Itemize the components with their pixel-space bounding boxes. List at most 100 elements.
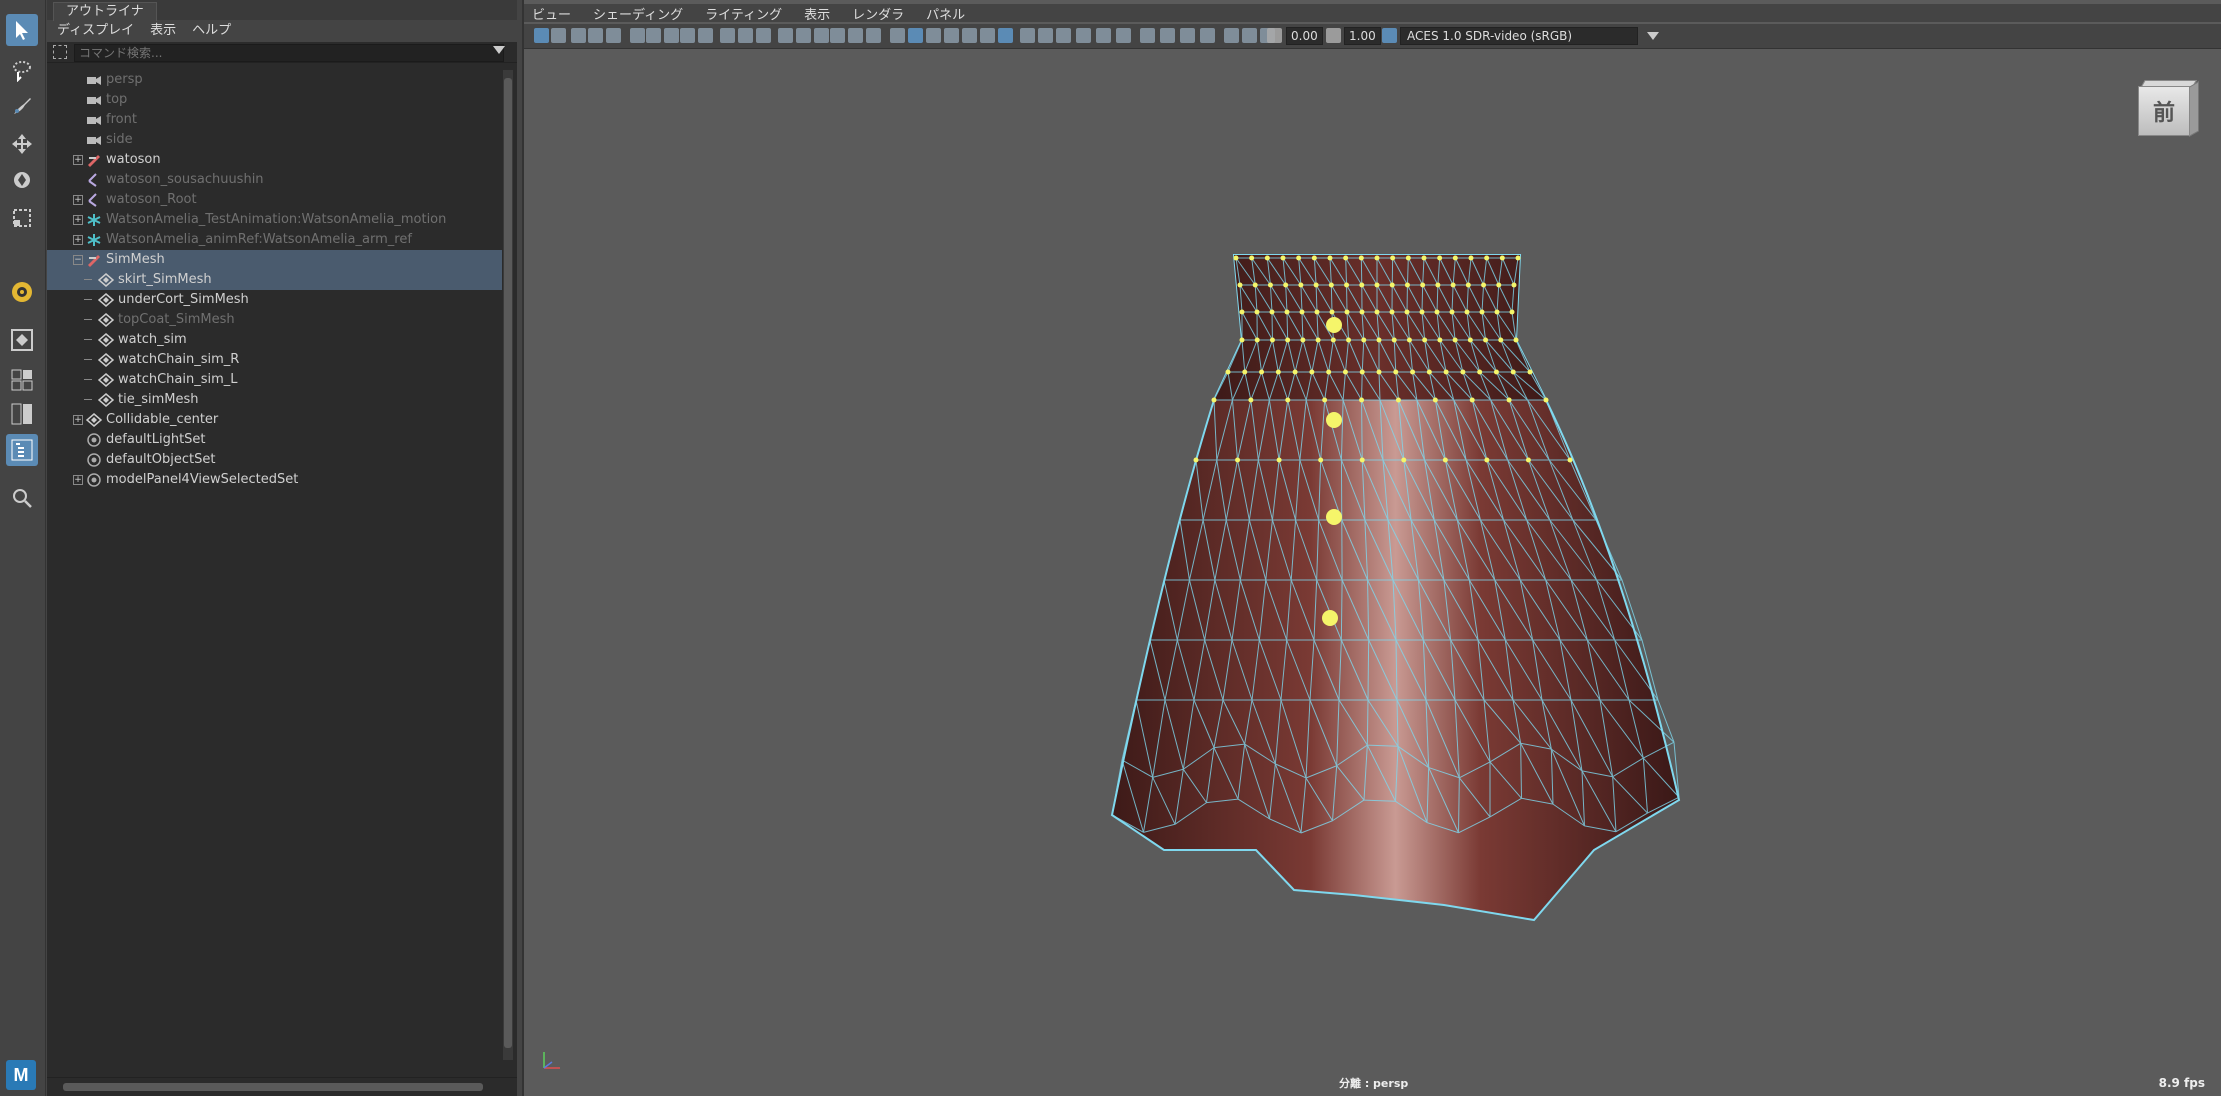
horizontal-scrollbar[interactable]: [47, 1077, 517, 1096]
toolbar-button[interactable]: [944, 28, 959, 43]
expand-icon[interactable]: +: [73, 195, 83, 205]
expand-icon[interactable]: +: [73, 475, 83, 485]
outliner-row[interactable]: + WatsonAmelia_animRef:WatsonAmelia_arm_r…: [47, 230, 502, 250]
toolbar-button[interactable]: [908, 28, 923, 43]
search-tool-button[interactable]: [6, 482, 38, 514]
gamma-icon[interactable]: [1326, 28, 1341, 43]
toolbar-button[interactable]: [588, 28, 603, 43]
toolbar-button[interactable]: [1200, 28, 1215, 43]
toolbar-button[interactable]: [738, 28, 753, 43]
menu-renderer[interactable]: レンダラ: [852, 4, 904, 23]
toolbar-button[interactable]: [814, 28, 829, 43]
toolbar-button[interactable]: [1140, 28, 1155, 43]
outliner-row[interactable]: front: [47, 110, 502, 130]
toolbar-button[interactable]: [1038, 28, 1053, 43]
expand-icon[interactable]: +: [73, 415, 83, 425]
outliner-row[interactable]: + modelPanel4ViewSelectedSet: [47, 470, 502, 490]
toolbar-button[interactable]: [571, 28, 586, 43]
outliner-row[interactable]: + watoson: [47, 150, 502, 170]
view-cube[interactable]: 前: [2138, 80, 2199, 137]
toolbar-button[interactable]: [1020, 28, 1035, 43]
toolbar-button[interactable]: [646, 28, 661, 43]
toolbar-button[interactable]: [830, 28, 845, 43]
toolbar-button[interactable]: [680, 28, 695, 43]
outliner-row[interactable]: tie_simMesh: [47, 390, 502, 410]
scrollbar-thumb[interactable]: [63, 1083, 483, 1091]
outliner-layout-button[interactable]: [6, 434, 38, 466]
toolbar-button[interactable]: [866, 28, 881, 43]
search-input[interactable]: [74, 44, 504, 62]
outliner-row[interactable]: watchChain_sim_L: [47, 370, 502, 390]
toolbar-button[interactable]: [698, 28, 713, 43]
filter-icon[interactable]: [53, 45, 67, 59]
toolbar-button[interactable]: [1180, 28, 1195, 43]
gamma-field[interactable]: 1.00: [1344, 27, 1381, 45]
outliner-row[interactable]: + watoson_Root: [47, 190, 502, 210]
outliner-row[interactable]: defaultLightSet: [47, 430, 502, 450]
menu-shading[interactable]: シェーディング: [593, 4, 683, 23]
outliner-row[interactable]: top: [47, 90, 502, 110]
outliner-row[interactable]: − SimMesh: [47, 250, 502, 270]
skirt-mesh-view[interactable]: [524, 0, 2221, 1096]
outliner-row[interactable]: + WatsonAmelia_TestAnimation:WatsonAmelia…: [47, 210, 502, 230]
exposure-icon[interactable]: [1267, 28, 1282, 43]
scrollbar-thumb[interactable]: [504, 78, 512, 1048]
expand-icon[interactable]: +: [73, 155, 83, 165]
chevron-down-icon[interactable]: [1647, 32, 1659, 40]
rotate-tool-button[interactable]: [6, 164, 38, 196]
lasso-tool-button[interactable]: [6, 54, 38, 86]
toolbar-button[interactable]: [890, 28, 905, 43]
toolbar-button[interactable]: [980, 28, 995, 43]
soft-select-button[interactable]: [6, 276, 38, 308]
color-space-dropdown[interactable]: ACES 1.0 SDR-video (sRGB): [1400, 27, 1659, 45]
toolbar-button[interactable]: [534, 28, 549, 43]
vertical-scrollbar[interactable]: [503, 70, 513, 1060]
menu-display[interactable]: ディスプレイ: [57, 20, 134, 42]
menu-help[interactable]: ヘルプ: [192, 20, 231, 42]
toolbar-button[interactable]: [796, 28, 811, 43]
menu-show[interactable]: 表示: [150, 20, 176, 42]
two-view-button[interactable]: [6, 398, 38, 430]
outliner-row[interactable]: side: [47, 130, 502, 150]
toolbar-button[interactable]: [1224, 28, 1239, 43]
outliner-row[interactable]: underCort_SimMesh: [47, 290, 502, 310]
collapse-icon[interactable]: −: [73, 255, 83, 265]
toolbar-button[interactable]: [1116, 28, 1131, 43]
move-tool-button[interactable]: [6, 128, 38, 160]
toolbar-button[interactable]: [756, 28, 771, 43]
outliner-tab[interactable]: アウトライナ: [53, 2, 157, 21]
outliner-row[interactable]: watoson_sousachuushin: [47, 170, 502, 190]
color-management-icon[interactable]: [1382, 28, 1397, 43]
outliner-row[interactable]: watchChain_sim_R: [47, 350, 502, 370]
chevron-down-icon[interactable]: [493, 46, 505, 54]
toolbar-button[interactable]: [606, 28, 621, 43]
toolbar-button[interactable]: [778, 28, 793, 43]
toolbar-button[interactable]: [1076, 28, 1091, 43]
menu-panels[interactable]: パネル: [926, 4, 965, 23]
toolbar-button[interactable]: [630, 28, 645, 43]
select-tool-button[interactable]: [6, 14, 38, 46]
toolbar-button[interactable]: [551, 28, 566, 43]
toolbar-button[interactable]: [998, 28, 1013, 43]
outliner-row[interactable]: watch_sim: [47, 330, 502, 350]
viewcube-front-face[interactable]: 前: [2138, 86, 2190, 136]
menu-lighting[interactable]: ライティング: [705, 4, 782, 23]
outliner-row[interactable]: defaultObjectSet: [47, 450, 502, 470]
expand-icon[interactable]: +: [73, 235, 83, 245]
menu-view[interactable]: ビュー: [532, 4, 571, 23]
viewcube-side-face[interactable]: [2189, 81, 2199, 137]
outliner-row[interactable]: skirt_SimMesh: [47, 270, 502, 290]
toolbar-button[interactable]: [1096, 28, 1111, 43]
exposure-field[interactable]: 0.00: [1286, 27, 1323, 45]
toolbar-button[interactable]: [1056, 28, 1071, 43]
expand-icon[interactable]: +: [73, 215, 83, 225]
toolbar-button[interactable]: [1160, 28, 1175, 43]
outliner-row[interactable]: topCoat_SimMesh: [47, 310, 502, 330]
toolbar-button[interactable]: [848, 28, 863, 43]
toolbar-button[interactable]: [926, 28, 941, 43]
toolbar-button[interactable]: [664, 28, 679, 43]
menu-show[interactable]: 表示: [804, 4, 830, 23]
outliner-row[interactable]: persp: [47, 70, 502, 90]
outliner-row[interactable]: + Collidable_center: [47, 410, 502, 430]
scale-tool-button[interactable]: [6, 202, 38, 234]
